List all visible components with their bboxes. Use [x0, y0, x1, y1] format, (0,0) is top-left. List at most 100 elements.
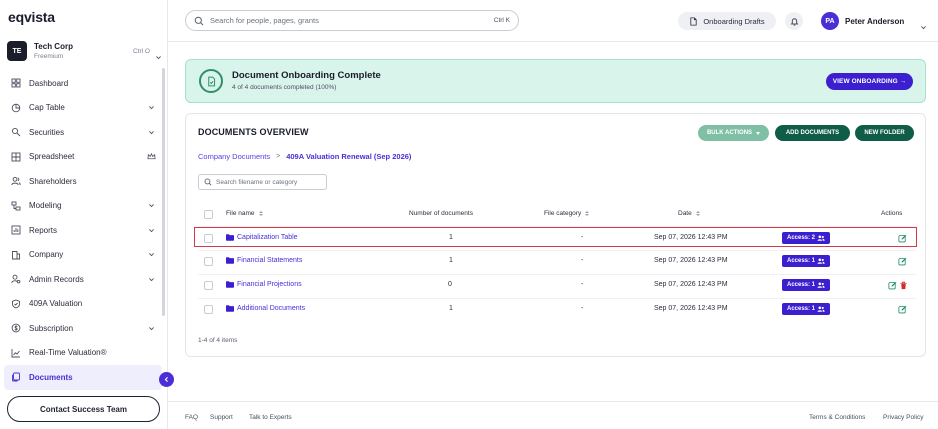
shield-icon	[10, 298, 22, 310]
row-checkbox[interactable]	[204, 305, 213, 314]
onboarding-drafts-button[interactable]: Onboarding Drafts	[678, 12, 776, 30]
sidebar-item-modeling[interactable]: Modeling	[4, 194, 162, 219]
sidebar-item-reports[interactable]: Reports	[4, 218, 162, 243]
sidebar-nav: Dashboard Cap Table Securities Spreadshe…	[4, 71, 162, 390]
search-icon	[204, 178, 212, 186]
sidebar-scrollbar[interactable]	[162, 68, 165, 316]
collapse-sidebar-button[interactable]	[159, 372, 174, 387]
topbar: Ctrl K Onboarding Drafts PA Peter Anders…	[168, 0, 938, 42]
notifications-button[interactable]	[785, 12, 803, 30]
folder-link[interactable]: Financial Statements	[226, 257, 302, 264]
contact-success-team-button[interactable]: Contact Success Team	[7, 396, 160, 422]
users-icon	[817, 258, 825, 264]
column-file-name[interactable]: File name	[226, 210, 263, 217]
folder-name: Additional Documents	[237, 305, 306, 312]
access-label: Access: 1	[787, 282, 816, 288]
folder-name: Financial Statements	[237, 257, 303, 264]
folder-name: Financial Projections	[237, 281, 302, 288]
pie-chart-icon	[10, 102, 22, 114]
banner-title: Document Onboarding Complete	[232, 70, 381, 81]
add-documents-button[interactable]: ADD DOCUMENTS	[775, 125, 850, 141]
file-category: -	[581, 305, 584, 312]
sidebar-item-cap-table[interactable]: Cap Table	[4, 96, 162, 121]
org-plan: Freemium	[34, 52, 64, 60]
folder-link[interactable]: Capitalization Table	[226, 234, 298, 241]
sidebar-item-label: Modeling	[29, 201, 62, 211]
row-checkbox[interactable]	[204, 257, 213, 266]
caret-down-icon	[756, 131, 761, 135]
breadcrumb: Company Documents > 409A Valuation Renew…	[198, 152, 411, 161]
column-label: Actions	[881, 210, 903, 217]
admin-icon	[10, 273, 22, 285]
folder-link[interactable]: Financial Projections	[226, 281, 302, 288]
table-row: Capitalization Table 1 - Sep 07, 2026 12…	[198, 228, 916, 249]
sidebar-item-securities[interactable]: Securities	[4, 120, 162, 145]
user-menu[interactable]: PA Peter Anderson	[821, 11, 927, 31]
crown-icon	[146, 152, 156, 162]
sidebar-item-label: Documents	[29, 372, 73, 382]
edit-icon[interactable]	[898, 257, 907, 266]
document-count: 1	[449, 257, 453, 264]
reports-icon	[10, 224, 22, 236]
folder-icon	[226, 257, 234, 264]
banner-subtitle: 4 of 4 documents completed (100%)	[232, 84, 337, 91]
view-onboarding-button[interactable]: VIEW ONBOARDING →	[826, 73, 913, 90]
sidebar-item-subscription[interactable]: Subscription	[4, 316, 162, 341]
row-checkbox[interactable]	[204, 281, 213, 290]
row-checkbox[interactable]	[204, 234, 213, 243]
onboarding-complete-banner: Document Onboarding Complete 4 of 4 docu…	[185, 59, 926, 103]
footer-faq-link[interactable]: FAQ	[185, 414, 198, 421]
access-badge[interactable]: Access: 1	[782, 303, 831, 315]
sidebar-item-dashboard[interactable]: Dashboard	[4, 71, 162, 96]
document-count: 0	[448, 281, 452, 288]
global-search[interactable]: Ctrl K	[185, 10, 519, 31]
edit-icon[interactable]	[898, 305, 907, 314]
breadcrumb-root[interactable]: Company Documents	[198, 152, 270, 161]
sidebar-item-company[interactable]: Company	[4, 243, 162, 268]
footer-support-link[interactable]: Support	[210, 414, 233, 421]
global-search-input[interactable]	[210, 16, 494, 25]
trash-icon[interactable]	[899, 281, 908, 290]
column-date[interactable]: Date	[678, 210, 700, 217]
search-icon	[194, 16, 204, 26]
org-switcher[interactable]: TE Tech Corp Freemium Ctrl O	[7, 38, 162, 64]
folder-link[interactable]: Additional Documents	[226, 305, 305, 312]
users-icon	[817, 306, 825, 312]
table-row: Financial Projections 0 - Sep 07, 2026 1…	[198, 275, 916, 296]
access-badge[interactable]: Access: 1	[782, 279, 831, 291]
footer-terms-link[interactable]: Terms & Conditions	[809, 414, 865, 421]
footer-privacy-link[interactable]: Privacy Policy	[883, 414, 923, 421]
file-filter[interactable]	[198, 174, 327, 190]
column-category[interactable]: File category	[544, 210, 590, 217]
sidebar-item-label: Admin Records	[29, 274, 84, 284]
app-root: eqvista TE Tech Corp Freemium Ctrl O Das…	[0, 0, 938, 429]
chevron-down-icon	[146, 201, 156, 211]
bulk-actions-button[interactable]: BULK ACTIONS	[698, 125, 769, 141]
logo[interactable]: eqvista	[8, 9, 55, 25]
sidebar-item-label: Shareholders	[29, 176, 77, 186]
sidebar-item-documents[interactable]: Documents	[4, 365, 162, 390]
file-filter-input[interactable]	[216, 178, 321, 186]
table-row: Financial Statements 1 - Sep 07, 2026 12…	[198, 251, 916, 272]
row-date: Sep 07, 2026 12:43 PM	[654, 281, 728, 288]
sidebar-item-label: Dashboard	[29, 78, 69, 88]
access-badge[interactable]: Access: 1	[782, 255, 831, 267]
footer-experts-link[interactable]: Talk to Experts	[249, 414, 292, 421]
search-shortcut: Ctrl K	[493, 17, 510, 24]
sidebar-item-spreadsheet[interactable]: Spreadsheet	[4, 145, 162, 170]
edit-icon[interactable]	[888, 281, 897, 290]
sidebar-item-admin-records[interactable]: Admin Records	[4, 267, 162, 292]
sidebar-item-real-time-valuation[interactable]: Real-Time Valuation®	[4, 341, 162, 366]
sidebar-item-label: Cap Table	[29, 103, 65, 113]
edit-icon[interactable]	[898, 234, 907, 243]
sidebar-item-shareholders[interactable]: Shareholders	[4, 169, 162, 194]
table-header: File name Number of documents File categ…	[198, 207, 916, 222]
avatar: PA	[821, 12, 839, 30]
chevron-down-icon	[146, 127, 156, 137]
access-label: Access: 1	[787, 258, 816, 264]
sidebar-item-409a-valuation[interactable]: 409A Valuation	[4, 292, 162, 317]
access-badge[interactable]: Access: 2	[782, 232, 831, 244]
select-all-checkbox[interactable]	[204, 210, 213, 219]
sidebar-item-label: 409A Valuation	[29, 299, 83, 309]
new-folder-button[interactable]: NEW FOLDER	[855, 125, 914, 141]
